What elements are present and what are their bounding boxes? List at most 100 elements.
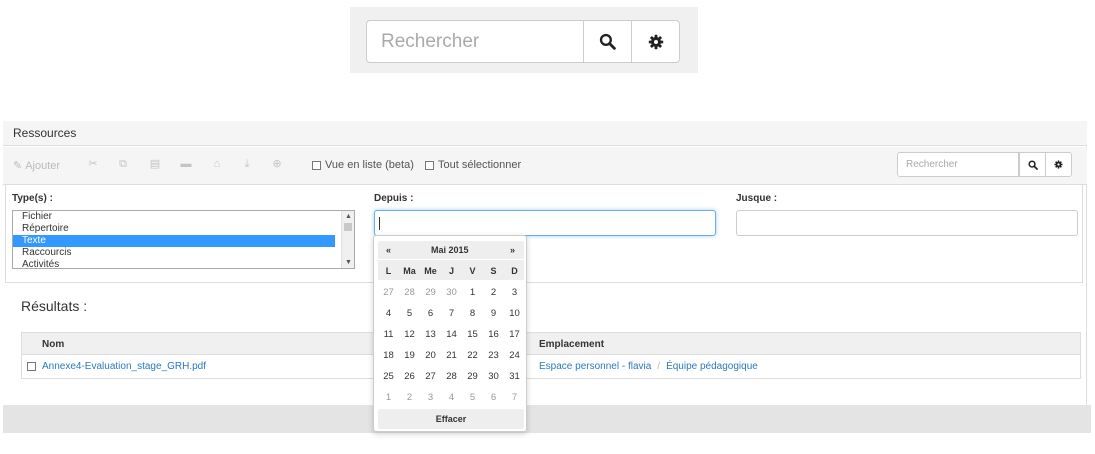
type-option-file[interactable]: Fichier bbox=[13, 211, 335, 223]
month-title[interactable]: Mai 2015 bbox=[431, 245, 469, 255]
search-icon bbox=[1027, 159, 1038, 170]
weekday-label: D bbox=[511, 266, 518, 276]
search-input-zoomed[interactable]: Rechercher bbox=[366, 20, 584, 63]
search-input[interactable]: Rechercher bbox=[897, 152, 1019, 177]
day-cell[interactable]: 27 bbox=[420, 366, 441, 387]
day-cell[interactable]: 23 bbox=[483, 345, 504, 366]
copy-icon[interactable]: ⧉ bbox=[117, 158, 129, 170]
day-cell[interactable]: 2 bbox=[483, 282, 504, 303]
cut-icon[interactable]: ✂ bbox=[87, 158, 99, 170]
results-title: Résultats : bbox=[21, 298, 88, 314]
folder-icon[interactable]: ▬ bbox=[180, 158, 192, 170]
day-cell[interactable]: 22 bbox=[462, 345, 483, 366]
search-button-zoomed[interactable] bbox=[583, 20, 632, 63]
day-cell[interactable]: 13 bbox=[420, 324, 441, 345]
edit-icon: ✎ bbox=[13, 160, 23, 172]
day-cell[interactable]: 26 bbox=[399, 366, 420, 387]
scroll-up-icon[interactable]: ▲ bbox=[345, 213, 352, 220]
day-cell[interactable]: 14 bbox=[441, 324, 462, 345]
day-cell[interactable]: 24 bbox=[504, 345, 525, 366]
day-cell[interactable]: 6 bbox=[420, 303, 441, 324]
add-button[interactable]: ✎ Ajouter bbox=[13, 159, 61, 173]
day-cell[interactable]: 3 bbox=[504, 282, 525, 303]
prev-month-button[interactable]: « bbox=[386, 245, 391, 255]
settings-button-zoomed[interactable] bbox=[631, 20, 680, 63]
day-cell[interactable]: 12 bbox=[399, 324, 420, 345]
settings-button[interactable] bbox=[1045, 152, 1072, 177]
day-cell[interactable]: 20 bbox=[420, 345, 441, 366]
day-cell[interactable]: 27 bbox=[378, 282, 399, 303]
day-cell[interactable]: 17 bbox=[504, 324, 525, 345]
column-location[interactable]: Emplacement bbox=[539, 339, 604, 350]
select-all-checkbox[interactable] bbox=[425, 160, 434, 170]
type-option-activities[interactable]: Activités bbox=[13, 259, 335, 268]
weekday-label: J bbox=[448, 266, 454, 276]
location-breadcrumb: Espace personnel - flavia / Équipe pédagog… bbox=[539, 361, 758, 372]
scroll-down-icon[interactable]: ▼ bbox=[345, 259, 352, 266]
day-cell[interactable]: 31 bbox=[504, 366, 525, 387]
day-cell[interactable]: 21 bbox=[441, 345, 462, 366]
list-view-toggle[interactable]: Vue en liste (beta) bbox=[312, 159, 414, 171]
day-cell[interactable]: 30 bbox=[483, 366, 504, 387]
weekday-label: Me bbox=[424, 266, 437, 276]
type-option-directory[interactable]: Répertoire bbox=[13, 223, 335, 235]
day-cell[interactable]: 3 bbox=[420, 387, 441, 408]
day-cell[interactable]: 4 bbox=[378, 303, 399, 324]
day-cell[interactable]: 4 bbox=[441, 387, 462, 408]
select-all-toggle[interactable]: Tout sélectionner bbox=[425, 159, 521, 171]
select-all-label: Tout sélectionner bbox=[438, 159, 522, 171]
text-caret bbox=[379, 217, 380, 230]
panel-title: Ressources bbox=[3, 121, 1087, 146]
day-cell[interactable]: 7 bbox=[441, 303, 462, 324]
column-name[interactable]: Nom bbox=[42, 339, 64, 350]
day-cell[interactable]: 1 bbox=[462, 282, 483, 303]
to-date-input[interactable] bbox=[736, 210, 1078, 236]
types-listbox[interactable]: Fichier Répertoire Texte Raccourcis Acti… bbox=[12, 210, 355, 269]
zoom-in-icon[interactable]: ⊕ bbox=[271, 158, 283, 170]
paste-icon[interactable]: ▤ bbox=[149, 158, 161, 170]
day-cell[interactable]: 7 bbox=[504, 387, 525, 408]
from-date-input[interactable] bbox=[374, 210, 716, 236]
day-cell[interactable]: 11 bbox=[378, 324, 399, 345]
list-view-checkbox[interactable] bbox=[312, 160, 321, 170]
day-cell[interactable]: 5 bbox=[462, 387, 483, 408]
day-cell[interactable]: 5 bbox=[399, 303, 420, 324]
day-cell[interactable]: 18 bbox=[378, 345, 399, 366]
day-cell[interactable]: 10 bbox=[504, 303, 525, 324]
day-cell[interactable]: 2 bbox=[399, 387, 420, 408]
download-icon[interactable]: ⤓ bbox=[241, 158, 253, 170]
type-option-text[interactable]: Texte bbox=[13, 235, 335, 247]
day-cell[interactable]: 25 bbox=[378, 366, 399, 387]
day-cell[interactable]: 6 bbox=[483, 387, 504, 408]
types-scrollbar[interactable]: ▲ ▼ bbox=[341, 211, 354, 268]
datepicker: « Mai 2015 » L Ma Me J V S D 27 28 29 30 1 2 3 4 5 6 7 8 9… bbox=[373, 235, 527, 432]
day-cell[interactable]: 16 bbox=[483, 324, 504, 345]
day-cell[interactable]: 29 bbox=[420, 282, 441, 303]
day-cell[interactable]: 19 bbox=[399, 345, 420, 366]
weekday-label: Ma bbox=[403, 266, 416, 276]
day-cell[interactable]: 28 bbox=[399, 282, 420, 303]
search-button[interactable] bbox=[1019, 152, 1046, 177]
breadcrumb-separator: / bbox=[657, 361, 661, 372]
row-checkbox[interactable] bbox=[27, 362, 36, 371]
day-cell[interactable]: 1 bbox=[378, 387, 399, 408]
trash-icon[interactable]: ⌂ bbox=[211, 158, 223, 170]
from-label: Depuis : bbox=[374, 193, 414, 204]
next-month-button[interactable]: » bbox=[510, 245, 515, 255]
types-label: Type(s) : bbox=[12, 193, 53, 204]
day-cell[interactable]: 8 bbox=[462, 303, 483, 324]
day-cell[interactable]: 30 bbox=[441, 282, 462, 303]
day-cell[interactable]: 28 bbox=[441, 366, 462, 387]
scroll-thumb[interactable] bbox=[344, 223, 352, 231]
day-cell[interactable]: 29 bbox=[462, 366, 483, 387]
type-option-shortcuts[interactable]: Raccourcis bbox=[13, 247, 335, 259]
day-cell[interactable]: 15 bbox=[462, 324, 483, 345]
clear-button[interactable]: Effacer bbox=[378, 409, 524, 429]
file-name-link[interactable]: Annexe4-Evaluation_stage_GRH.pdf bbox=[42, 361, 206, 372]
gear-icon bbox=[1054, 160, 1063, 169]
weekday-header: L Ma Me J V S D bbox=[378, 260, 524, 280]
location-link-personal-space[interactable]: Espace personnel - flavia bbox=[539, 361, 651, 372]
day-cell[interactable]: 9 bbox=[483, 303, 504, 324]
add-button-label: Ajouter bbox=[25, 159, 61, 172]
location-link-team[interactable]: Équipe pédagogique bbox=[666, 361, 758, 372]
